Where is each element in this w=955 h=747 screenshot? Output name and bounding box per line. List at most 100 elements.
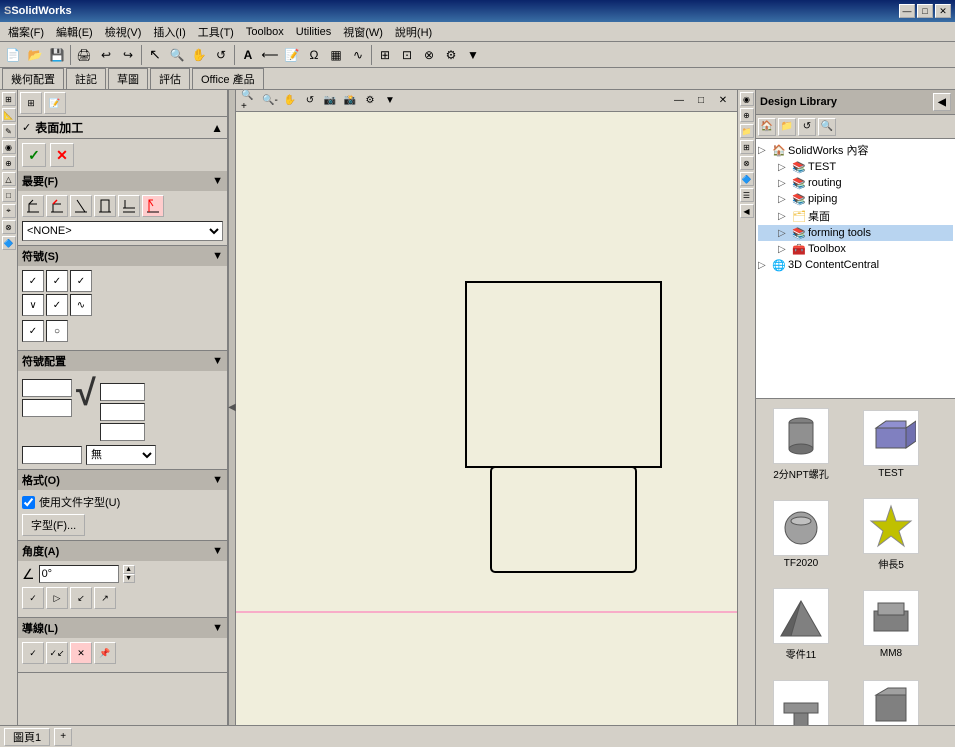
- config-input-bottom[interactable]: [22, 446, 82, 464]
- sym-check[interactable]: ✓: [22, 270, 44, 292]
- config-input3[interactable]: [100, 383, 145, 401]
- sym-check2[interactable]: ✓: [46, 270, 68, 292]
- panel-icon-note[interactable]: 📝: [44, 92, 66, 114]
- left-icon-8[interactable]: ⌖: [2, 204, 16, 218]
- left-icon-5[interactable]: ⊕: [2, 156, 16, 170]
- thumb-cell-6[interactable]: MM8: [846, 579, 936, 669]
- menu-toolbox[interactable]: Toolbox: [240, 24, 290, 40]
- leader-btn-1[interactable]: ✓: [22, 642, 44, 664]
- window-min[interactable]: —: [669, 92, 689, 110]
- menu-view[interactable]: 檢視(V): [99, 22, 148, 42]
- undo-button[interactable]: ↩: [95, 44, 117, 66]
- leader-btn-2[interactable]: ✓↙: [46, 642, 68, 664]
- tree-item-3d[interactable]: ▷ 🌐 3D ContentCentral: [758, 257, 953, 273]
- design-lib-expand[interactable]: ◀: [933, 93, 951, 111]
- tree-item-solidworks[interactable]: ▷ 🏠 SolidWorks 內容: [758, 141, 953, 159]
- section-config-header[interactable]: 符號配置 ▼: [18, 351, 227, 371]
- tab-sketch[interactable]: 草圖: [108, 68, 148, 89]
- redo-button[interactable]: ↪: [117, 44, 139, 66]
- minimize-button[interactable]: —: [899, 4, 915, 18]
- right-edge-6[interactable]: 🔷: [740, 172, 754, 186]
- thumb-cell-8[interactable]: TF2020: [846, 669, 936, 725]
- config-input4[interactable]: [100, 403, 145, 421]
- angle-input[interactable]: [39, 565, 119, 583]
- tree-item-desktop[interactable]: ▷ 🗂 桌面: [758, 207, 953, 225]
- weld-button[interactable]: ∿: [347, 44, 369, 66]
- left-icon-9[interactable]: ⊗: [2, 220, 16, 234]
- sym-button[interactable]: Ω: [303, 44, 325, 66]
- cfg-button[interactable]: ⚙: [440, 44, 462, 66]
- lib-icon-solidworks[interactable]: 🏠: [758, 118, 776, 136]
- more-button[interactable]: ▼: [462, 44, 484, 66]
- menu-help[interactable]: 說明(H): [389, 22, 438, 42]
- left-icon-10[interactable]: 🔷: [2, 236, 16, 250]
- grid-button[interactable]: ⊞: [374, 44, 396, 66]
- thumb-cell-4[interactable]: 伸長5: [846, 489, 936, 579]
- collapse-handle[interactable]: ◀: [228, 90, 236, 725]
- section-format-header[interactable]: 格式(O) ▼: [18, 470, 227, 490]
- lib-icon-add[interactable]: 📁: [778, 118, 796, 136]
- settings-icon[interactable]: ⚙: [360, 92, 380, 110]
- close-button[interactable]: ✕: [935, 4, 951, 18]
- thumb-cell-2[interactable]: TEST: [846, 399, 936, 489]
- dropdown-none[interactable]: <NONE>: [22, 221, 223, 241]
- section-leader-header[interactable]: 導線(L) ▼: [18, 618, 227, 638]
- page-tab[interactable]: 圖頁1: [4, 728, 50, 746]
- surf-icon-4[interactable]: [94, 195, 116, 217]
- panel-collapse-button[interactable]: ▲: [211, 121, 223, 135]
- left-icon-6[interactable]: △: [2, 172, 16, 186]
- menu-edit[interactable]: 編輯(E): [50, 22, 99, 42]
- angle-btn-4[interactable]: ↗: [94, 587, 116, 609]
- menu-utilities[interactable]: Utilities: [290, 24, 337, 40]
- right-edge-3[interactable]: 📁: [740, 124, 754, 138]
- angle-btn-1[interactable]: ✓: [22, 587, 44, 609]
- right-edge-7[interactable]: ☰: [740, 188, 754, 202]
- text-button[interactable]: A: [237, 44, 259, 66]
- pan-button[interactable]: ✋: [188, 44, 210, 66]
- config-input1[interactable]: [22, 379, 72, 397]
- lib-icon-search[interactable]: 🔍: [818, 118, 836, 136]
- window-close[interactable]: ✕: [713, 92, 733, 110]
- surf-icon-5[interactable]: [118, 195, 140, 217]
- surface-button[interactable]: ▦: [325, 44, 347, 66]
- config-dropdown-none[interactable]: 無: [86, 445, 156, 465]
- config-input5[interactable]: [100, 423, 145, 441]
- surf-icon-6[interactable]: [142, 195, 164, 217]
- sym-wave[interactable]: ∿: [70, 294, 92, 316]
- right-edge-5[interactable]: ⊗: [740, 156, 754, 170]
- surf-icon-2[interactable]: [46, 195, 68, 217]
- tab-annotation[interactable]: 註記: [66, 68, 106, 89]
- save-button[interactable]: 💾: [46, 44, 68, 66]
- surf-icon-1[interactable]: [22, 195, 44, 217]
- sym-check3[interactable]: ✓: [70, 270, 92, 292]
- tab-office[interactable]: Office 產品: [192, 68, 264, 89]
- sym-down1[interactable]: ∨: [22, 294, 44, 316]
- smart-dim[interactable]: ⟵: [259, 44, 281, 66]
- leader-btn-3[interactable]: ✕: [70, 642, 92, 664]
- rotate-button[interactable]: ↺: [210, 44, 232, 66]
- zoom-in-button[interactable]: 🔍+: [240, 92, 260, 110]
- sym-circ[interactable]: ○: [46, 320, 68, 342]
- tree-item-toolbox[interactable]: ▷ 🧰 Toolbox: [758, 241, 953, 257]
- panel-icon-grid[interactable]: ⊞: [20, 92, 42, 114]
- angle-btn-2[interactable]: ▷: [46, 587, 68, 609]
- snap-button[interactable]: ⊡: [396, 44, 418, 66]
- angle-down[interactable]: ▼: [123, 574, 135, 583]
- select-button[interactable]: ↖: [144, 44, 166, 66]
- drawing-canvas[interactable]: [236, 112, 737, 725]
- left-icon-1[interactable]: ⊞: [2, 92, 16, 106]
- rotate-tool-button[interactable]: ↺: [300, 92, 320, 110]
- sym-check4[interactable]: ✓: [22, 320, 44, 342]
- note-button[interactable]: 📝: [281, 44, 303, 66]
- window-max[interactable]: □: [691, 92, 711, 110]
- cancel-button[interactable]: ✕: [50, 143, 74, 167]
- tab-evaluate[interactable]: 評估: [150, 68, 190, 89]
- zoom-button[interactable]: 🔍: [166, 44, 188, 66]
- right-edge-2[interactable]: ⊕: [740, 108, 754, 122]
- angle-btn-3[interactable]: ↙: [70, 587, 92, 609]
- ok-button[interactable]: ✓: [22, 143, 46, 167]
- maximize-button[interactable]: □: [917, 4, 933, 18]
- left-icon-4[interactable]: ◉: [2, 140, 16, 154]
- thumb-cell-7[interactable]: T: [756, 669, 846, 725]
- sym-down2[interactable]: ✓: [46, 294, 68, 316]
